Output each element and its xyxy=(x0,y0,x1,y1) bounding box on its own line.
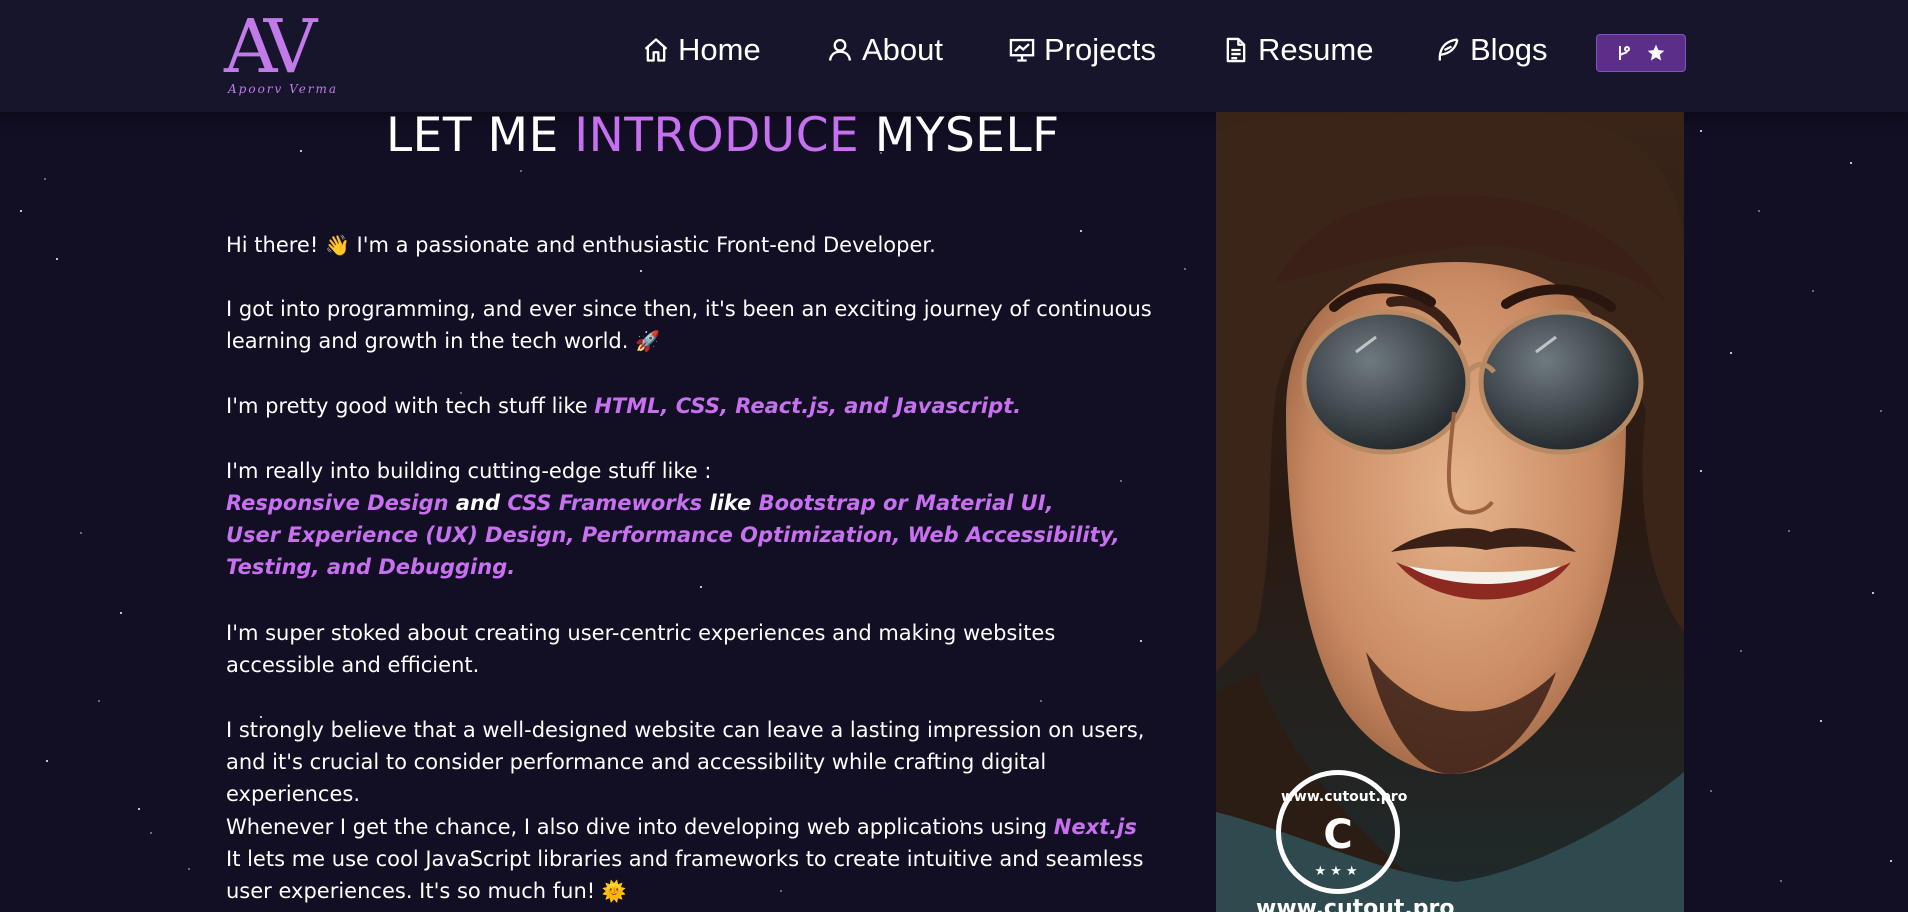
intro-paragraph-skills: I'm pretty good with tech stuff like HTM… xyxy=(226,390,1156,422)
journey-text: I got into programming, and ever since t… xyxy=(226,297,1152,353)
site-logo[interactable]: AV Apoorv Verma xyxy=(224,4,374,102)
cutout-pro-watermark-badge: www.cutout.pro C ★★★ xyxy=(1276,770,1408,894)
intro-paragraph-nextjs: Whenever I get the chance, I also dive i… xyxy=(226,811,1156,907)
title-accent: INTRODUCE xyxy=(574,108,860,163)
wave-emoji: 👋 xyxy=(324,233,350,257)
nextjs-text: Whenever I get the chance, I also dive i… xyxy=(226,815,1054,839)
belief-text: I strongly believe that a well-designed … xyxy=(226,718,1145,806)
badge-stars: ★★★ xyxy=(1314,864,1362,879)
badge-text: www.cutout.pro xyxy=(1281,789,1408,805)
title-pre: LET ME xyxy=(386,108,559,163)
page-title: LET ME INTRODUCE MYSELF xyxy=(386,108,1059,164)
nav-home[interactable]: Home xyxy=(642,26,761,74)
interest-css-frameworks: CSS Frameworks xyxy=(507,491,703,515)
sun-emoji: 🌞 xyxy=(601,879,627,903)
interests-intro: I'm really into building cutting-edge st… xyxy=(226,459,712,483)
nav-home-label: Home xyxy=(678,32,761,67)
cutout-pro-watermark-text: www.cutout.pro xyxy=(1256,896,1455,912)
rocket-emoji: 🚀 xyxy=(635,329,660,353)
document-icon xyxy=(1226,37,1246,63)
star-icon xyxy=(1647,44,1665,61)
nextjs-fun-text: It lets me use cool JavaScript libraries… xyxy=(226,847,1144,903)
user-icon xyxy=(828,38,852,61)
title-post: MYSELF xyxy=(874,108,1060,163)
intro-paragraph-greeting: Hi there! 👋 I'm a passionate and enthusi… xyxy=(226,229,1156,261)
interest-join-and: and xyxy=(448,491,508,515)
interest-join-like: like xyxy=(702,491,759,515)
navbar: AV Apoorv Verma Home About Projects Resu… xyxy=(0,0,1908,112)
logo-monogram: AV xyxy=(224,4,317,90)
interest-ux-list: User Experience (UX) Design, Performance… xyxy=(226,523,1120,579)
interest-responsive-design: Responsive Design xyxy=(226,491,449,515)
nav-blogs[interactable]: Blogs xyxy=(1434,26,1548,74)
nav-resume[interactable]: Resume xyxy=(1222,26,1373,74)
feather-icon xyxy=(1438,38,1459,61)
logo-signature: Apoorv Verma xyxy=(228,82,339,96)
user-centric-text: I'm super stoked about creating user-cen… xyxy=(226,621,1056,677)
nextjs-highlight: Next.js xyxy=(1053,815,1137,839)
intro-paragraph-journey: I got into programming, and ever since t… xyxy=(226,293,1156,357)
intro-paragraph-interests: I'm really into building cutting-edge st… xyxy=(226,455,1156,583)
nav-projects[interactable]: Projects xyxy=(1008,26,1156,74)
nav-about[interactable]: About xyxy=(826,26,943,74)
nav-blogs-label: Blogs xyxy=(1470,32,1548,67)
presentation-icon xyxy=(1009,38,1035,62)
interest-ui-libraries: Bootstrap or Material UI, xyxy=(758,491,1054,515)
intro-paragraph-belief: I strongly believe that a well-designed … xyxy=(226,714,1156,810)
badge-logo-letter: C xyxy=(1323,812,1353,858)
home-icon xyxy=(644,38,668,62)
skills-highlight: HTML, CSS, React.js, and Javascript. xyxy=(594,394,1022,418)
skills-text: I'm pretty good with tech stuff like xyxy=(226,394,595,418)
intro-paragraph-user-centric: I'm super stoked about creating user-cen… xyxy=(226,617,1156,681)
greeting-text: Hi there! xyxy=(226,233,325,257)
github-fork-star-button[interactable] xyxy=(1596,34,1686,72)
nav-about-label: About xyxy=(862,32,944,67)
nav-resume-label: Resume xyxy=(1258,32,1374,67)
profile-photo: www.cutout.pro C ★★★ www.cutout.pro xyxy=(1216,112,1684,912)
nav-projects-label: Projects xyxy=(1044,32,1156,67)
git-branch-icon xyxy=(1619,46,1630,60)
greeting-rest: I'm a passionate and enthusiastic Front-… xyxy=(349,233,936,257)
